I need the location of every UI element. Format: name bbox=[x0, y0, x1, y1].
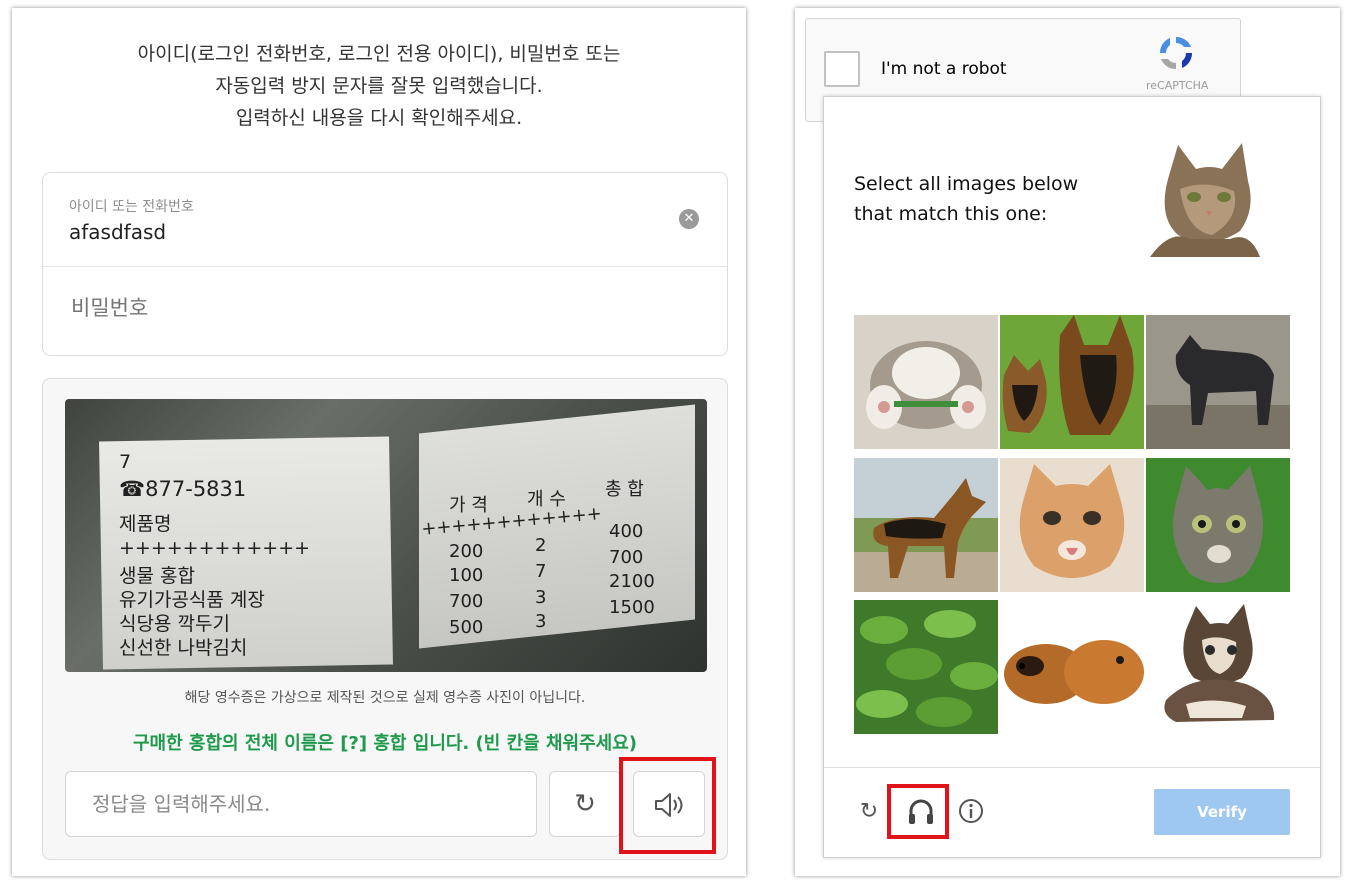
image-challenge-popup: Select all images below that match this … bbox=[823, 96, 1321, 858]
receipt-disclaimer: 해당 영수증은 가상으로 제작된 것으로 실제 영수증 사진이 아닙니다. bbox=[184, 690, 586, 706]
audio-captcha-button[interactable] bbox=[633, 771, 705, 837]
captcha-answer-input[interactable] bbox=[65, 771, 537, 837]
recaptcha-brand: reCAPTCHA bbox=[1146, 79, 1209, 92]
tile-cat-paws[interactable] bbox=[854, 315, 998, 449]
error-line-3: 입력하신 내용을 다시 확인해주세요. bbox=[235, 107, 523, 129]
challenge-footer-divider bbox=[824, 767, 1320, 768]
receipt-price: 500 bbox=[449, 617, 484, 638]
receipt-captcha-box: 7 ☎877-5831 제품명 ++++++++++++ 생물 홍합 유기가공식… bbox=[42, 378, 728, 860]
recaptcha-logo-icon bbox=[1159, 36, 1193, 70]
receipt-total: 1500 bbox=[609, 597, 655, 618]
reference-cat-image bbox=[1150, 139, 1260, 257]
recaptcha-panel: I'm not a robot reCAPTCHA Select all ima… bbox=[795, 8, 1340, 876]
password-field[interactable] bbox=[69, 295, 673, 321]
tile-orange-kitten[interactable] bbox=[1000, 458, 1144, 592]
reload-challenge-button[interactable]: ↻ bbox=[854, 797, 884, 827]
german-shepherd-icon bbox=[854, 458, 998, 592]
receipt-text: 제품명 bbox=[119, 513, 172, 535]
id-field[interactable]: afasdfasd bbox=[69, 220, 166, 244]
error-line-2: 자동입력 방지 문자를 잘못 입력했습니다. bbox=[215, 75, 543, 97]
tile-small-kitten[interactable] bbox=[1146, 600, 1290, 734]
green-plant-icon bbox=[854, 600, 998, 734]
receipt-count: 3 bbox=[535, 587, 547, 608]
small-kitten-icon bbox=[1146, 600, 1290, 734]
speaker-icon bbox=[655, 793, 683, 817]
tile-tabby-kitten[interactable] bbox=[1146, 458, 1290, 592]
receipt-text: 유기가공식품 계장 bbox=[119, 589, 265, 611]
clear-id-icon[interactable]: ✕ bbox=[679, 209, 699, 229]
tile-dog-with-puppy[interactable] bbox=[1000, 315, 1144, 449]
prompt-line-2: that match this one: bbox=[854, 203, 1048, 225]
receipt-text: ++++++++++++ bbox=[119, 537, 311, 559]
receipt-text: 신선한 나박김치 bbox=[119, 637, 248, 659]
headphones-icon bbox=[909, 799, 933, 824]
tile-guinea-pigs[interactable] bbox=[1000, 600, 1144, 734]
refresh-captcha-button[interactable]: ↻ bbox=[549, 771, 621, 837]
naver-login-panel: 아이디(로그인 전화번호, 로그인 전용 아이디), 비밀번호 또는 자동입력 … bbox=[12, 8, 746, 876]
receipt-count: 3 bbox=[535, 611, 547, 632]
login-error-message: 아이디(로그인 전화번호, 로그인 전용 아이디), 비밀번호 또는 자동입력 … bbox=[12, 38, 746, 134]
audio-challenge-button[interactable] bbox=[906, 797, 936, 827]
receipt-text: ☎877-5831 bbox=[119, 477, 247, 501]
prompt-line-1: Select all images below bbox=[854, 173, 1079, 195]
receipt-total: 700 bbox=[609, 547, 644, 568]
info-icon bbox=[959, 799, 983, 823]
verify-button[interactable]: Verify bbox=[1154, 789, 1290, 835]
orange-kitten-icon bbox=[1000, 458, 1144, 592]
challenge-prompt: Select all images below that match this … bbox=[854, 169, 1078, 229]
id-field-label: 아이디 또는 전화번호 bbox=[69, 199, 194, 215]
tile-green-plant[interactable] bbox=[854, 600, 998, 734]
receipt-text: 7 bbox=[119, 451, 132, 473]
credentials-box: 아이디 또는 전화번호 afasdfasd ✕ bbox=[42, 172, 728, 356]
dog-with-puppy-icon bbox=[1000, 315, 1144, 449]
tile-black-dog[interactable] bbox=[1146, 315, 1290, 449]
tile-german-shepherd[interactable] bbox=[854, 458, 998, 592]
black-dog-icon bbox=[1146, 315, 1290, 449]
error-line-1: 아이디(로그인 전화번호, 로그인 전용 아이디), 비밀번호 또는 bbox=[137, 43, 621, 65]
captcha-question: 구매한 홍합의 전체 이름은 [?] 홍합 입니다. (빈 칸을 채워주세요) bbox=[132, 733, 638, 754]
tabby-kitten-icon bbox=[1146, 458, 1290, 592]
field-divider bbox=[43, 266, 727, 267]
not-robot-checkbox[interactable] bbox=[824, 51, 860, 87]
guinea-pigs-icon bbox=[1000, 600, 1144, 734]
image-grid bbox=[854, 315, 1290, 735]
not-robot-label: I'm not a robot bbox=[881, 59, 1007, 79]
receipt-text: 생물 홍합 bbox=[119, 565, 195, 587]
receipt-text: 식당용 깍두기 bbox=[119, 613, 230, 635]
receipt-header: 총 합 bbox=[605, 479, 644, 500]
receipt-count: 2 bbox=[535, 535, 547, 556]
receipt-price: 100 bbox=[449, 565, 484, 586]
receipt-total: 400 bbox=[609, 521, 644, 542]
receipt-captcha-image: 7 ☎877-5831 제품명 ++++++++++++ 생물 홍합 유기가공식… bbox=[65, 399, 707, 672]
receipt-price: 700 bbox=[449, 591, 484, 612]
refresh-icon: ↻ bbox=[574, 789, 596, 819]
receipt-count: 7 bbox=[535, 561, 547, 582]
receipt-price: 200 bbox=[449, 541, 484, 562]
cat-paws-icon bbox=[854, 315, 998, 449]
info-button[interactable] bbox=[956, 797, 986, 827]
receipt-total: 2100 bbox=[609, 571, 655, 592]
reload-icon: ↻ bbox=[859, 799, 879, 824]
